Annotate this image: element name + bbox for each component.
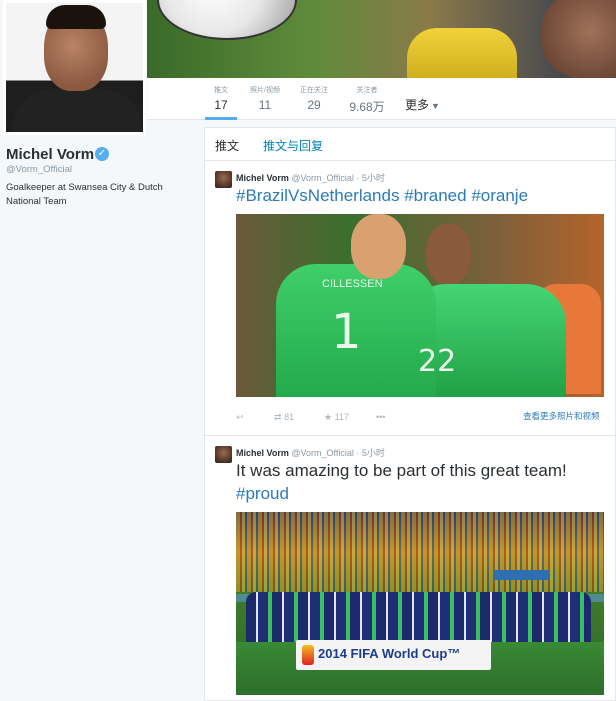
tab-tweets[interactable]: 推文 — [215, 137, 239, 154]
soccer-ball-graphic — [157, 0, 297, 40]
goalkeeper-glove-graphic — [407, 28, 517, 78]
world-cup-banner: 2014 FIFA World Cup™ — [296, 640, 491, 670]
tweet-body: It was amazing to be part of this great … — [236, 461, 567, 480]
tweet-header: Michel Vorm @Vorm_Official · 5小时 — [236, 446, 385, 459]
timeline: 推文 推文与回复 Michel Vorm @Vorm_Official · 5小… — [204, 127, 616, 701]
jersey-number-1: 1 — [331, 304, 362, 360]
tweet-header: Michel Vorm @Vorm_Official · 5小时 — [236, 171, 385, 184]
hashtag-link[interactable]: #oranje — [471, 186, 528, 205]
stat-value: 11 — [258, 98, 272, 112]
hashtag-link[interactable]: #BrazilVsNetherlands — [236, 186, 399, 205]
active-stat-indicator — [205, 117, 237, 120]
tweet-photo[interactable]: 2014 FIFA World Cup™ — [236, 512, 604, 695]
retweet-icon: ⇄ — [274, 412, 282, 422]
tweet[interactable]: Michel Vorm @Vorm_Official · 5小时 #Brazil… — [205, 161, 615, 436]
stat-value: 17 — [214, 98, 228, 112]
tweet-text: It was amazing to be part of this great … — [236, 459, 606, 505]
favorite-button[interactable]: ★ 117 — [324, 412, 349, 423]
retweet-count: 81 — [284, 412, 295, 422]
more-menu-button[interactable]: 更多 ▼ — [405, 96, 440, 113]
tweet-author-name[interactable]: Michel Vorm — [236, 173, 289, 183]
world-cup-banner-text: 2014 FIFA World Cup™ — [318, 646, 461, 661]
tweet-timestamp[interactable]: · 5小时 — [356, 173, 385, 183]
stat-value: 29 — [307, 98, 321, 112]
stat-label: 关注者 — [356, 87, 378, 94]
favorite-count: 117 — [334, 412, 349, 422]
view-more-media-link[interactable]: 查看更多照片和视频 — [523, 410, 600, 422]
hashtag-link[interactable]: #braned — [404, 186, 466, 205]
stat-photos-videos[interactable]: 照片/视频 11 — [246, 85, 284, 112]
tweet-timestamp[interactable]: · 5小时 — [356, 448, 385, 458]
ellipsis-icon[interactable]: ••• — [376, 412, 385, 422]
timeline-tabs: 推文 推文与回复 — [205, 128, 615, 161]
hashtag-link[interactable]: #proud — [236, 484, 289, 503]
stat-following[interactable]: 正在关注 29 — [296, 85, 332, 112]
stat-label: 照片/视频 — [250, 87, 280, 94]
tweet-avatar[interactable] — [215, 446, 232, 463]
retweet-button[interactable]: ⇄ 81 — [274, 412, 294, 423]
jersey-number-22: 22 — [418, 344, 457, 379]
tweet-text: #BrazilVsNetherlands #braned #oranje — [236, 184, 606, 207]
more-label: 更多 — [405, 98, 430, 112]
stat-tweets[interactable]: 推文 17 — [205, 85, 237, 112]
tab-tweets-and-replies[interactable]: 推文与回复 — [263, 137, 323, 154]
stat-value: 9.68万 — [349, 100, 385, 114]
stat-label: 推文 — [214, 87, 228, 94]
player-face-graphic — [542, 0, 616, 78]
reply-icon[interactable]: ↩ — [236, 412, 244, 423]
profile-name[interactable]: Michel Vorm — [6, 146, 94, 163]
tweet[interactable]: Michel Vorm @Vorm_Official · 5小时 It was … — [205, 437, 615, 701]
tweet-author-handle[interactable]: @Vorm_Official — [291, 448, 354, 458]
star-icon: ★ — [324, 412, 333, 422]
jersey-name: CILLESSEN — [322, 278, 383, 290]
chevron-down-icon: ▼ — [431, 101, 440, 111]
tweet-avatar[interactable] — [215, 171, 232, 188]
avatar[interactable] — [3, 0, 146, 135]
tweet-author-handle[interactable]: @Vorm_Official — [291, 173, 354, 183]
profile-handle[interactable]: @Vorm_Official — [6, 164, 72, 175]
profile-header-banner — [147, 0, 616, 78]
stat-label: 正在关注 — [300, 87, 328, 94]
verified-badge-icon: ✓ — [95, 147, 109, 161]
stat-followers[interactable]: 关注者 9.68万 — [344, 85, 390, 115]
tweet-author-name[interactable]: Michel Vorm — [236, 448, 289, 458]
world-cup-trophy-icon — [302, 645, 314, 665]
tweet-photo[interactable]: 1 22 CILLESSEN — [236, 214, 604, 397]
profile-bio: Goalkeeper at Swansea City & Dutch Natio… — [6, 182, 163, 207]
